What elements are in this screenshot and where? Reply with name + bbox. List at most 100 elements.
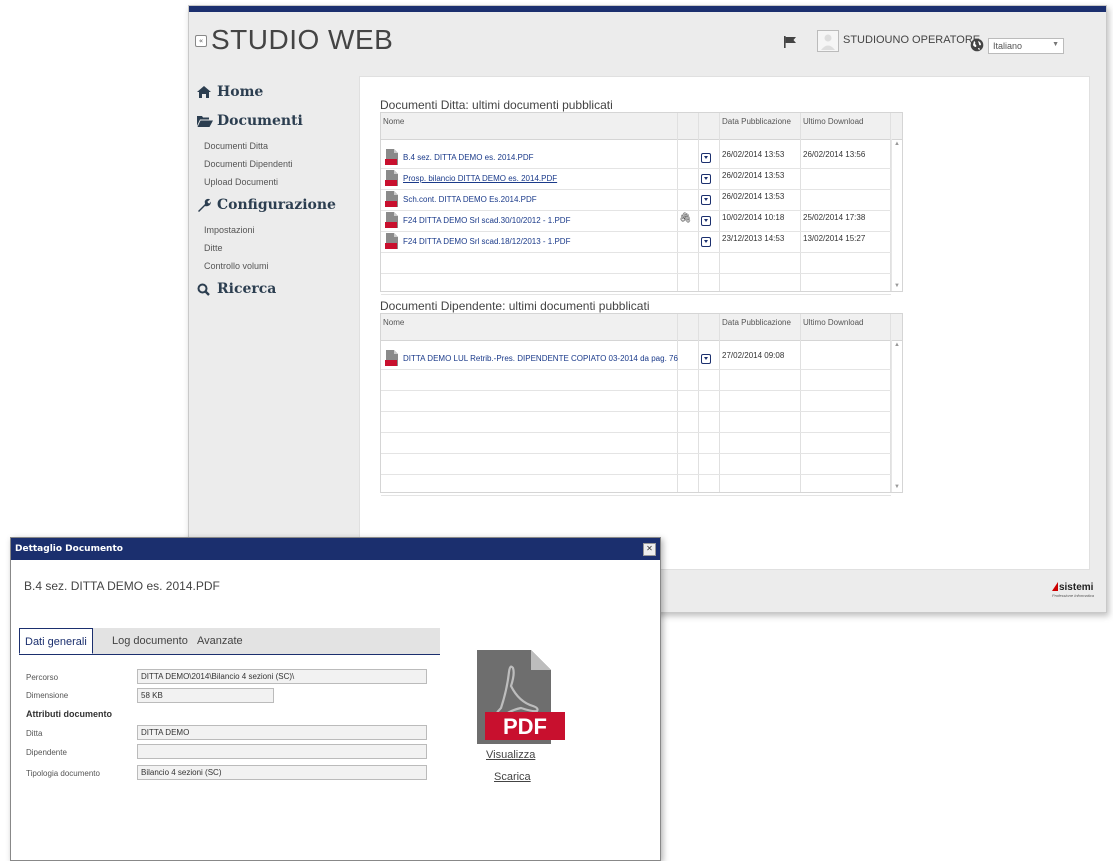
sidebar-documenti-label: Documenti	[217, 113, 303, 129]
document-name-link[interactable]: Prosp. bilancio DITTA DEMO es. 2014.PDF	[403, 174, 557, 183]
table-row[interactable]: F24 DITTA DEMO Srl scad.18/12/2013 - 1.P…	[381, 231, 891, 253]
scroll-down-icon[interactable]: ▼	[894, 484, 900, 490]
tab-log-documento[interactable]: Log documento	[112, 628, 188, 654]
close-icon[interactable]: ✕	[643, 543, 656, 556]
scrollbar[interactable]: ▲ ▼	[891, 139, 902, 291]
visualizza-link[interactable]: Visualizza	[486, 749, 535, 761]
globe-icon	[970, 38, 984, 52]
col-nome[interactable]: Nome	[383, 117, 404, 126]
document-detail-dialog: Dettaglio Documento ✕ B.4 sez. DITTA DEM…	[10, 537, 661, 861]
sidebar-item-documenti-ditta[interactable]: Documenti Ditta	[197, 137, 357, 155]
dimensione-label: Dimensione	[26, 691, 69, 700]
col-nome[interactable]: Nome	[383, 318, 404, 327]
pdf-icon	[385, 170, 398, 186]
dipendente-field	[137, 744, 427, 759]
last-download-date: 25/02/2014 17:38	[803, 213, 866, 222]
dipendente-label: Dipendente	[26, 748, 67, 757]
pdf-icon	[385, 233, 398, 249]
user-name[interactable]: STUDIOUNO OPERATORE	[843, 34, 980, 46]
table-row	[381, 474, 891, 496]
col-data-pubblicazione[interactable]: Data Pubblicazione	[722, 117, 791, 126]
table-row[interactable]: DITTA DEMO LUL Retrib.-Pres. DIPENDENTE …	[381, 348, 891, 370]
download-icon[interactable]	[701, 195, 711, 205]
folder-open-icon	[197, 114, 213, 128]
scroll-up-icon[interactable]: ▲	[894, 342, 900, 348]
dialog-titlebar[interactable]: Dettaglio Documento ✕	[11, 538, 660, 560]
published-date: 26/02/2014 13:53	[722, 192, 785, 201]
document-name-link[interactable]: F24 DITTA DEMO Srl scad.18/12/2013 - 1.P…	[403, 237, 570, 246]
language-select[interactable]: Italiano ▼	[988, 38, 1064, 54]
table-row[interactable]: B.4 sez. DITTA DEMO es. 2014.PDF 26/02/20…	[381, 147, 891, 169]
sidebar-item-documenti[interactable]: Documenti	[197, 109, 357, 133]
scroll-down-icon[interactable]: ▼	[894, 283, 900, 289]
sidebar-ricerca-label: Ricerca	[217, 281, 277, 297]
dipendente-documents-grid: Nome Data Pubblicazione Ultimo Download …	[380, 313, 903, 496]
search-icon	[197, 282, 213, 296]
ditta-panel-title: Documenti Ditta: ultimi documenti pubbli…	[380, 98, 613, 112]
table-row[interactable]: Prosp. bilancio DITTA DEMO es. 2014.PDF 2…	[381, 168, 891, 190]
published-date: 26/02/2014 13:53	[722, 171, 785, 180]
language-value: Italiano	[993, 41, 1023, 51]
sidebar-home-label: Home	[217, 84, 264, 100]
scrollbar[interactable]: ▲ ▼	[891, 340, 902, 492]
document-name-link[interactable]: B.4 sez. DITTA DEMO es. 2014.PDF	[403, 153, 534, 162]
download-icon[interactable]	[701, 174, 711, 184]
sidebar-item-ricerca[interactable]: Ricerca	[197, 277, 357, 301]
sidebar-item-documenti-dipendenti[interactable]: Documenti Dipendenti	[197, 155, 357, 173]
grid-header: Nome Data Pubblicazione Ultimo Download	[381, 314, 902, 341]
download-icon[interactable]	[701, 216, 711, 226]
table-row	[381, 453, 891, 475]
tipologia-label: Tipologia documento	[26, 769, 100, 778]
download-icon[interactable]	[701, 237, 711, 247]
user-avatar[interactable]	[817, 30, 839, 52]
last-download-date: 13/02/2014 15:27	[803, 234, 866, 243]
app-window: « STUDIO WEB STUDIOUNO OPERATORE Italian…	[188, 5, 1107, 613]
published-date: 23/12/2013 14:53	[722, 234, 785, 243]
attributi-heading: Attributi documento	[26, 709, 112, 719]
app-title: STUDIO WEB	[211, 24, 394, 55]
sidebar: Home Documenti Documenti Ditta Documenti…	[197, 80, 357, 301]
pdf-file-icon[interactable]: PDF	[477, 650, 565, 744]
sistemi-logo: sistemi Professione Informatica	[1051, 582, 1094, 598]
published-date: 27/02/2014 09:08	[722, 351, 785, 360]
grid-header: Nome Data Pubblicazione Ultimo Download	[381, 113, 902, 140]
scroll-up-icon[interactable]: ▲	[894, 141, 900, 147]
table-row[interactable]: Sch.cont. DITTA DEMO Es.2014.PDF 26/02/20…	[381, 189, 891, 211]
dimensione-field: 58 KB	[137, 688, 274, 703]
wrench-icon	[197, 198, 213, 212]
dialog-title: Dettaglio Documento	[15, 544, 123, 554]
table-row	[381, 432, 891, 454]
collapse-sidebar-button[interactable]: «	[195, 35, 207, 47]
document-name-link[interactable]: Sch.cont. DITTA DEMO Es.2014.PDF	[403, 195, 537, 204]
document-name-link[interactable]: F24 DITTA DEMO Srl scad.30/10/2012 - 1.P…	[403, 216, 570, 225]
sidebar-item-controllo-volumi[interactable]: Controllo volumi	[197, 257, 357, 275]
sidebar-item-configurazione[interactable]: Configurazione	[197, 193, 357, 217]
table-row[interactable]: F24 DITTA DEMO Srl scad.30/10/2012 - 1.P…	[381, 210, 891, 232]
tab-avanzate[interactable]: Avanzate	[197, 628, 243, 654]
flag-icon[interactable]	[783, 36, 797, 48]
sidebar-item-ditte[interactable]: Ditte	[197, 239, 357, 257]
logo-brand: sistemi	[1058, 582, 1094, 593]
document-name: B.4 sez. DITTA DEMO es. 2014.PDF	[24, 579, 220, 593]
sidebar-item-home[interactable]: Home	[197, 80, 357, 104]
ditta-documents-grid: Nome Data Pubblicazione Ultimo Download …	[380, 112, 903, 295]
sidebar-item-upload-documenti[interactable]: Upload Documenti	[197, 173, 357, 191]
pdf-icon	[385, 191, 398, 207]
col-ultimo-download[interactable]: Ultimo Download	[803, 117, 863, 126]
sidebar-item-impostazioni[interactable]: Impostazioni	[197, 221, 357, 239]
download-icon[interactable]	[701, 153, 711, 163]
table-row	[381, 411, 891, 433]
table-row	[381, 369, 891, 391]
col-ultimo-download[interactable]: Ultimo Download	[803, 318, 863, 327]
col-data-pubblicazione[interactable]: Data Pubblicazione	[722, 318, 791, 327]
tab-dati-generali[interactable]: Dati generali	[19, 628, 93, 654]
logo-tagline: Professione Informatica	[1051, 593, 1094, 598]
pdf-icon	[385, 212, 398, 228]
pdf-icon	[385, 149, 398, 165]
percorso-label: Percorso	[26, 673, 59, 682]
document-name-link[interactable]: DITTA DEMO LUL Retrib.-Pres. DIPENDENTE …	[403, 354, 678, 363]
download-icon[interactable]	[701, 354, 711, 364]
dialog-tabs: Dati generali Log documento Avanzate	[19, 628, 440, 655]
scarica-link[interactable]: Scarica	[494, 771, 531, 783]
percorso-field: DITTA DEMO\2014\Bilancio 4 sezioni (SC)\	[137, 669, 427, 684]
